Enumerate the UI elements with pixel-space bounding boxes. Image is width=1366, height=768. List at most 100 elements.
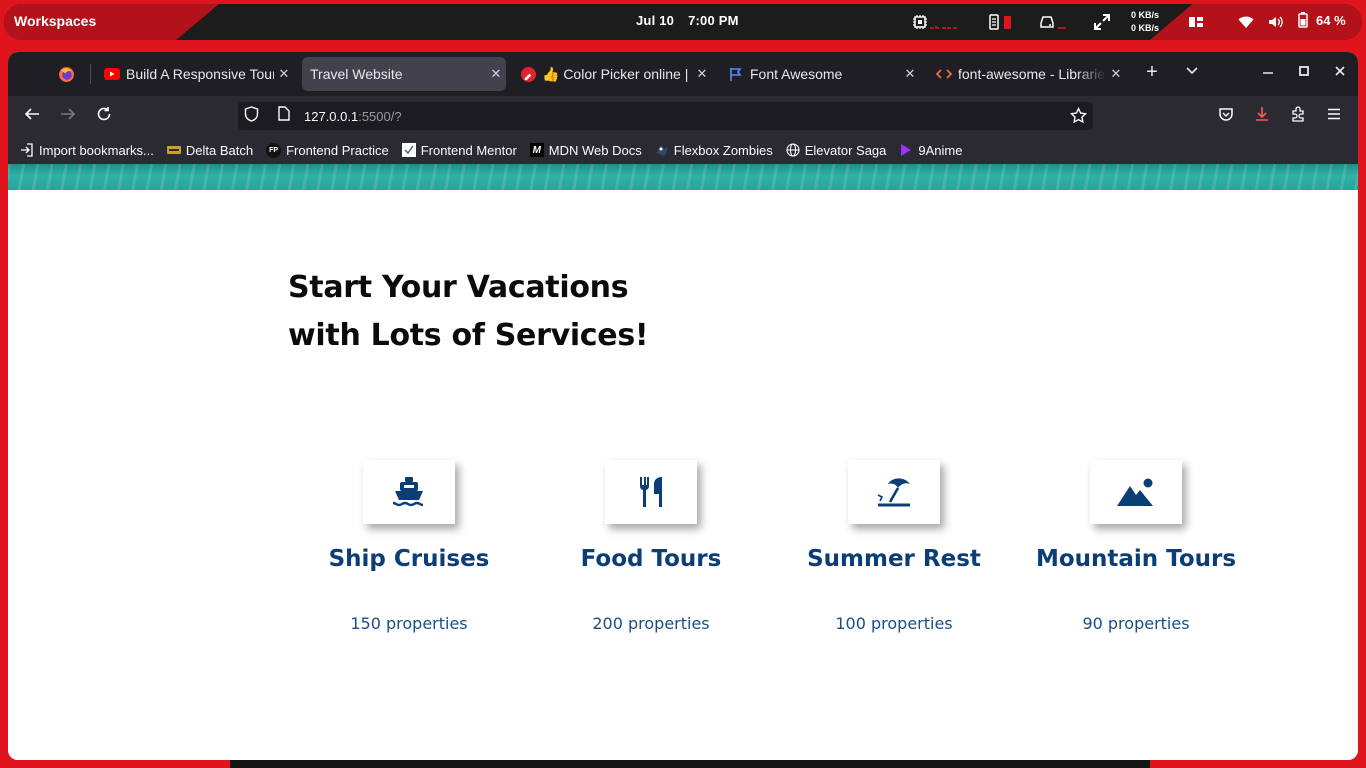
service-name: Summer Rest xyxy=(807,546,981,572)
service-properties: 200 properties xyxy=(592,614,710,633)
battery-icon xyxy=(1298,12,1308,28)
disk-graph-icon xyxy=(1058,27,1066,29)
tab-title: Build A Responsive Tour xyxy=(126,66,274,82)
tab-travel-website[interactable]: Travel Website ✕ xyxy=(302,57,506,91)
bookmark-label: Elevator Saga xyxy=(804,142,887,158)
workspaces-button[interactable]: Workspaces xyxy=(14,13,96,29)
list-tabs-chevron-icon[interactable] xyxy=(1182,64,1202,83)
clock[interactable]: Jul 10 7:00 PM xyxy=(636,13,739,28)
battery-percent: 64 % xyxy=(1316,12,1346,28)
bookmark-label: Flexbox Zombies xyxy=(673,142,773,158)
flag-icon xyxy=(728,66,744,82)
mountain-sun-icon xyxy=(1117,478,1153,506)
service-name: Mountain Tours xyxy=(1035,546,1237,572)
cpu-icon xyxy=(913,15,927,29)
service-card-summer-rest[interactable]: Summer Rest 100 properties xyxy=(774,460,1014,633)
expand-icon[interactable] xyxy=(1094,10,1110,34)
heading-line-2: with Lots of Services! xyxy=(288,318,649,353)
tab-close-icon[interactable]: ✕ xyxy=(486,66,506,82)
firefox-view-icon[interactable] xyxy=(58,66,75,88)
network-speed: 0 KB/s 0 KB/s xyxy=(1131,9,1159,35)
date-label: Jul 10 xyxy=(636,13,675,28)
tab-font-awesome[interactable]: Font Awesome ✕ xyxy=(720,57,920,91)
maximize-button[interactable] xyxy=(1294,64,1314,83)
umbrella-beach-icon xyxy=(877,478,910,507)
tab-close-icon[interactable]: ✕ xyxy=(274,66,294,82)
bookmark-delta-batch[interactable]: Delta Batch xyxy=(166,142,254,158)
bookmark-frontend-mentor[interactable]: Frontend Mentor xyxy=(401,142,517,158)
services-heading: Start Your Vacations with Lots of Servic… xyxy=(288,264,708,360)
utensils-icon xyxy=(639,477,662,507)
delta-icon xyxy=(166,143,181,157)
forward-button[interactable] xyxy=(58,106,78,126)
hero-image-strip xyxy=(8,164,1358,190)
service-icon-box xyxy=(848,460,940,524)
extensions-icon[interactable] xyxy=(1288,106,1308,126)
bookmark-label: Frontend Mentor xyxy=(420,142,517,158)
page-info-icon[interactable] xyxy=(278,106,294,126)
back-button[interactable] xyxy=(22,106,42,126)
cpu-graph-icon xyxy=(930,26,957,29)
tab-close-icon[interactable]: ✕ xyxy=(692,66,712,82)
close-window-button[interactable] xyxy=(1330,64,1350,83)
tab-close-icon[interactable]: ✕ xyxy=(900,66,920,82)
disk-icon xyxy=(1040,16,1054,28)
service-card-food-tours[interactable]: Food Tours 200 properties xyxy=(531,460,771,633)
service-card-ship-cruises[interactable]: Ship Cruises 150 properties xyxy=(289,460,529,633)
heading-line-1: Start Your Vacations xyxy=(288,270,629,305)
tab-title: Font Awesome xyxy=(750,66,843,82)
bookmark-flexbox-zombies[interactable]: Flexbox Zombies xyxy=(655,143,773,158)
bookmark-import[interactable]: Import bookmarks... xyxy=(20,143,154,158)
reload-button[interactable] xyxy=(94,106,114,126)
bookmark-mdn[interactable]: M MDN Web Docs xyxy=(529,143,642,158)
memory-bar xyxy=(1004,15,1011,29)
bookmark-star-icon[interactable] xyxy=(1069,106,1088,129)
memory-monitor[interactable] xyxy=(986,10,1011,34)
service-icon-box xyxy=(1090,460,1182,524)
minimize-button[interactable] xyxy=(1258,64,1278,83)
shield-icon[interactable] xyxy=(244,105,260,127)
bookmark-elevator-saga[interactable]: Elevator Saga xyxy=(786,142,887,158)
tab-separator xyxy=(90,64,91,84)
layout-switcher-icon[interactable] xyxy=(1188,10,1204,34)
code-icon xyxy=(936,66,952,82)
pocket-icon[interactable] xyxy=(1216,106,1236,126)
cpu-monitor[interactable] xyxy=(912,10,958,34)
service-card-mountain-tours[interactable]: Mountain Tours 90 properties xyxy=(1016,460,1256,633)
net-up-label: 0 KB/s xyxy=(1131,10,1160,20)
service-name: Food Tours xyxy=(580,546,722,572)
youtube-icon xyxy=(104,66,120,82)
url-bar[interactable]: 127.0.0.1:5500/? xyxy=(238,102,1093,130)
service-name: Ship Cruises xyxy=(328,546,490,572)
tab-font-awesome-libraries[interactable]: font-awesome - Libraries ✕ xyxy=(928,57,1126,91)
service-icon-box xyxy=(605,460,697,524)
browser-window: Build A Responsive Tour ✕ Travel Website… xyxy=(8,52,1358,760)
bookmark-9anime[interactable]: 9Anime xyxy=(899,143,962,158)
disk-monitor[interactable] xyxy=(1039,10,1069,34)
bookmark-label: 9Anime xyxy=(918,142,963,158)
color-picker-icon xyxy=(520,66,536,82)
downloads-icon[interactable] xyxy=(1252,106,1272,126)
tab-color-picker[interactable]: 👍 Color Picker online | H ✕ xyxy=(512,57,712,91)
desktop-top-panel: Workspaces Jul 10 7:00 PM 0 KB/s 0 KB/s 6… xyxy=(0,0,1366,44)
memory-icon xyxy=(989,14,999,30)
app-menu-icon[interactable] xyxy=(1324,106,1344,126)
ship-icon xyxy=(392,477,424,507)
battery-indicator[interactable]: 64 % xyxy=(1298,12,1346,28)
bookmark-label: Frontend Practice xyxy=(286,142,389,158)
page-viewport: Start Your Vacations with Lots of Servic… xyxy=(8,164,1358,760)
tab-close-icon[interactable]: ✕ xyxy=(1106,66,1126,82)
volume-icon[interactable] xyxy=(1267,10,1283,34)
tab-title: font-awesome - Libraries xyxy=(958,66,1106,82)
bookmark-frontend-practice[interactable]: FP Frontend Practice xyxy=(266,142,389,158)
tab-youtube[interactable]: Build A Responsive Tour ✕ xyxy=(96,57,294,91)
wifi-icon[interactable] xyxy=(1238,10,1254,34)
mdn-icon: M xyxy=(529,143,544,157)
fp-icon: FP xyxy=(266,142,282,158)
new-tab-button[interactable]: + xyxy=(1142,61,1162,84)
service-properties: 100 properties xyxy=(835,614,953,633)
net-down-label: 0 KB/s xyxy=(1131,23,1160,33)
tab-title: Travel Website xyxy=(310,66,403,82)
tab-strip: Build A Responsive Tour ✕ Travel Website… xyxy=(8,52,1358,96)
bookmark-label: Delta Batch xyxy=(185,142,254,158)
